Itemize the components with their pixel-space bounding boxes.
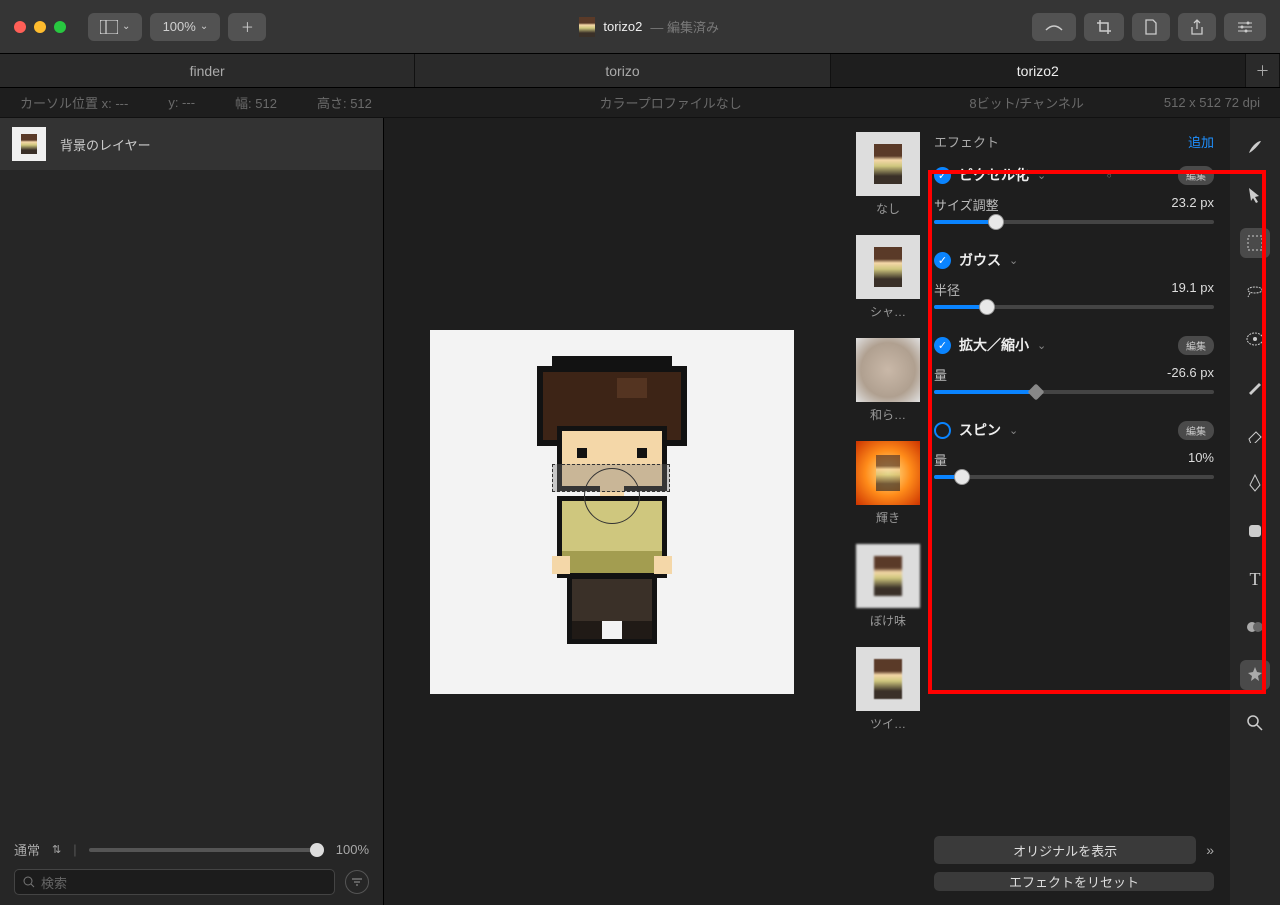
info-height: 高さ: 512 <box>317 93 372 112</box>
pen-tool-icon[interactable] <box>1240 468 1270 498</box>
share-button[interactable] <box>1178 13 1216 41</box>
window-controls <box>14 21 66 33</box>
opacity-slider[interactable] <box>89 848 324 852</box>
document-title: torizo2 — 編集済み <box>274 17 1024 37</box>
sidebar-toggle-button[interactable]: ⌄ <box>88 13 142 41</box>
search-icon <box>23 876 35 888</box>
info-width: 幅: 512 <box>235 93 277 112</box>
show-original-button[interactable]: オリジナルを表示 <box>934 836 1196 864</box>
preset-soften[interactable]: 和ら… <box>856 338 920 423</box>
slider-value: -26.6 px <box>1167 365 1214 384</box>
preset-bokeh[interactable]: ぼけ味 <box>856 544 920 629</box>
close-window-icon[interactable] <box>14 21 26 33</box>
chevron-down-icon[interactable]: ⌄ <box>1037 339 1046 352</box>
edit-button[interactable]: 編集 <box>1178 166 1214 185</box>
tool-sidebar: T <box>1230 118 1280 905</box>
info-bar: カーソル位置 x: --- y: --- 幅: 512 高さ: 512 カラープ… <box>0 88 1280 118</box>
cursor-x: カーソル位置 x: --- <box>20 93 128 112</box>
cursor-y: y: --- <box>168 95 195 110</box>
canvas-area[interactable] <box>384 118 840 905</box>
slider-label: 量 <box>934 365 947 384</box>
text-tool-icon[interactable]: T <box>1240 564 1270 594</box>
shape-tool-icon[interactable] <box>1240 516 1270 546</box>
fx-group-3: スピン ⌄ 編集 量 10% <box>934 420 1214 479</box>
fx-group-2: ✓ 拡大／縮小 ⌄ 編集 量 -26.6 px <box>934 335 1214 394</box>
add-button[interactable]: ＋ <box>228 13 266 41</box>
blend-mode[interactable]: 通常 <box>14 840 40 859</box>
add-effect-button[interactable]: 追加 <box>1188 132 1214 151</box>
fx-name: ガウス <box>959 250 1001 270</box>
search-input[interactable]: 検索 <box>14 869 335 895</box>
layer-row[interactable]: 背景のレイヤー <box>0 118 383 170</box>
fx-group-0: ✓ ピクセル化 ⌄ ○ 編集 サイズ調整23.2 px <box>934 165 1214 224</box>
fx-slider[interactable] <box>934 475 1214 479</box>
chevron-down-icon[interactable]: ⌄ <box>1009 424 1018 437</box>
layers-panel: 背景のレイヤー 通常 ⇅ | 100% 検索 <box>0 118 384 905</box>
fx-group-1: ✓ ガウス ⌄ 半径 19.1 px <box>934 250 1214 309</box>
effects-tool-icon[interactable] <box>1240 660 1270 690</box>
preset-sharp[interactable]: シャ… <box>856 235 920 320</box>
layer-name: 背景のレイヤー <box>60 135 151 154</box>
titlebar: ⌄ 100%⌄ ＋ torizo2 — 編集済み <box>0 0 1280 54</box>
color-profile: カラープロファイルなし <box>412 93 930 112</box>
preset-twist[interactable]: ツイ… <box>856 647 920 732</box>
reset-effects-button[interactable]: エフェクトをリセット <box>934 872 1214 891</box>
fx-toggle[interactable]: ✓ <box>934 337 951 354</box>
gradient-tool-icon[interactable] <box>1240 612 1270 642</box>
slider-label: 半径 <box>934 280 960 299</box>
fx-title: エフェクト <box>934 132 999 151</box>
fx-slider[interactable] <box>934 220 1214 224</box>
tab-torizo[interactable]: torizo <box>415 54 830 87</box>
fx-name: スピン <box>959 420 1001 440</box>
slider-value: 23.2 px <box>1171 195 1214 214</box>
bit-depth: 8ビット/チャンネル <box>969 93 1083 112</box>
edit-button[interactable]: 編集 <box>1178 336 1214 355</box>
new-tab-button[interactable]: ＋ <box>1246 54 1280 87</box>
slider-label: 量 <box>934 450 947 469</box>
preset-none[interactable]: なし <box>856 132 920 217</box>
lasso-tool-icon[interactable] <box>1240 276 1270 306</box>
fx-slider[interactable] <box>934 390 1214 394</box>
fx-name: 拡大／縮小 <box>959 335 1029 355</box>
paint-tool-icon[interactable] <box>1240 372 1270 402</box>
filter-icon[interactable] <box>345 870 369 894</box>
sliders-button[interactable] <box>1224 13 1266 41</box>
fx-toggle[interactable]: ✓ <box>934 167 951 184</box>
fx-toggle[interactable]: ✓ <box>934 252 951 269</box>
brush-tool-icon[interactable] <box>1240 132 1270 162</box>
slider-label: サイズ調整 <box>934 195 999 214</box>
doc-thumb-icon <box>579 17 595 37</box>
fx-slider[interactable] <box>934 305 1214 309</box>
crop-button[interactable] <box>1084 13 1124 41</box>
document-button[interactable] <box>1132 13 1170 41</box>
opacity-value: 100% <box>336 842 369 857</box>
artwork <box>430 330 794 694</box>
chevron-down-icon[interactable]: ⌄ <box>1037 169 1046 182</box>
marquee-tool-icon[interactable] <box>1240 228 1270 258</box>
magic-wand-tool-icon[interactable] <box>1240 324 1270 354</box>
minimize-window-icon[interactable] <box>34 21 46 33</box>
zoom-select[interactable]: 100%⌄ <box>150 13 220 41</box>
tab-finder[interactable]: finder <box>0 54 415 87</box>
fullscreen-window-icon[interactable] <box>54 21 66 33</box>
effect-presets: なし シャ… 和ら… 輝き ぼけ味 ツイ… <box>856 132 920 891</box>
document-tabs: finder torizo torizo2 ＋ <box>0 54 1280 88</box>
preset-glow[interactable]: 輝き <box>856 441 920 526</box>
retouch-button[interactable] <box>1032 13 1076 41</box>
zoom-tool-icon[interactable] <box>1240 708 1270 738</box>
blend-stepper-icon[interactable]: ⇅ <box>52 843 61 856</box>
fx-toggle[interactable] <box>934 422 951 439</box>
edit-button[interactable]: 編集 <box>1178 421 1214 440</box>
fx-name: ピクセル化 <box>959 165 1029 185</box>
tab-torizo2[interactable]: torizo2 <box>831 54 1246 87</box>
chevron-down-icon[interactable]: ⌄ <box>1009 254 1018 267</box>
dimensions: 512 x 512 72 dpi <box>1164 95 1260 110</box>
eraser-tool-icon[interactable] <box>1240 420 1270 450</box>
pointer-tool-icon[interactable] <box>1240 180 1270 210</box>
slider-value: 10% <box>1188 450 1214 469</box>
slider-value: 19.1 px <box>1171 280 1214 299</box>
layer-thumb <box>12 127 46 161</box>
expand-button[interactable]: » <box>1206 842 1214 858</box>
